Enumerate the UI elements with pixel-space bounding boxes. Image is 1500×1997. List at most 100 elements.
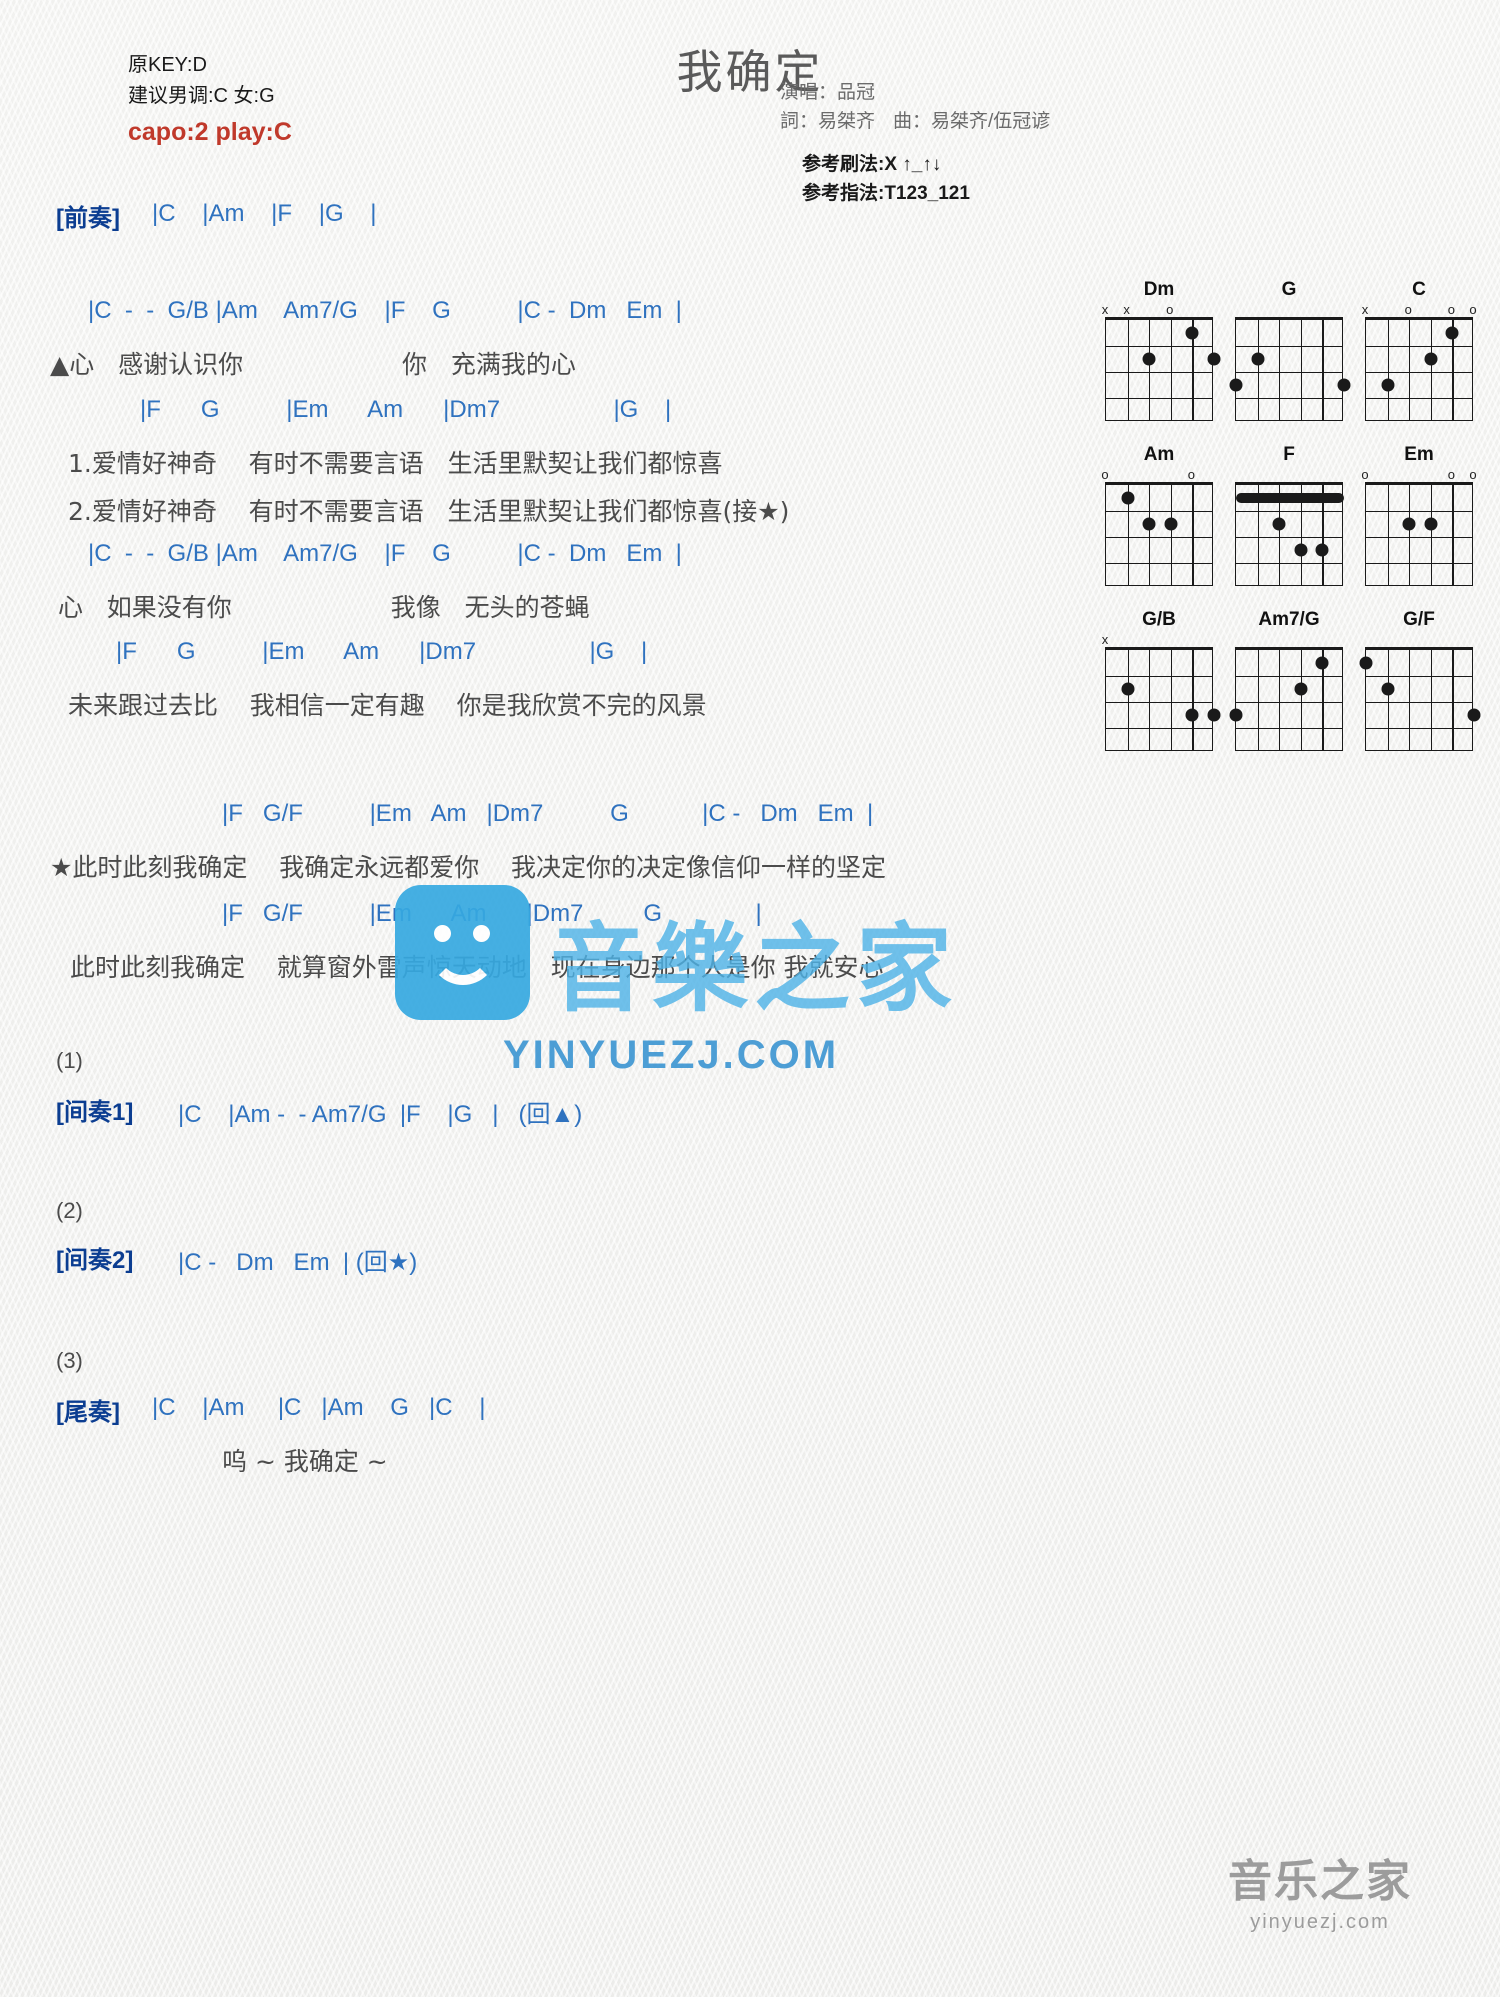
- finger-dot: [1424, 352, 1438, 366]
- finger-dot: [1185, 708, 1199, 722]
- finger-dot: [1121, 682, 1135, 696]
- open-string-icon: o: [1447, 302, 1456, 317]
- chord-diagram-grid: [1229, 317, 1351, 421]
- chord-diagram-open-marks: oo: [1101, 467, 1213, 482]
- chord-diagram-name: G: [1281, 279, 1297, 300]
- watermark-footer: 音乐之家 yinyuezj.com: [1190, 1845, 1450, 1934]
- chord-diagram-open-marks: ooo: [1361, 467, 1476, 482]
- watermark-footer-url: yinyuezj.com: [1250, 1911, 1390, 1933]
- section-outro-label: [尾奏]: [56, 1399, 120, 1426]
- chord-diagram-am7-g: Am7/G: [1229, 608, 1343, 751]
- singer-credit: 演唱：品冠: [780, 82, 876, 103]
- finger-dot: [1359, 656, 1373, 670]
- finger-dot: [1315, 543, 1329, 557]
- finger-dot: [1294, 543, 1308, 557]
- chord-diagram-grid: [1235, 482, 1344, 586]
- watermark-footer-cn: 音乐之家: [1228, 1856, 1412, 1907]
- chord-diagram-open-marks: [1365, 633, 1473, 647]
- fingerstyle-pattern: 参考指法:T123_121: [802, 183, 970, 204]
- chorus-chord-line-1: |F G/F |Em Am |Dm7 G |C - Dm Em |: [222, 800, 874, 827]
- muted-string-icon: x: [1101, 302, 1109, 317]
- finger-dot: [1424, 517, 1438, 531]
- finger-dot: [1142, 517, 1156, 531]
- open-string-icon: o: [1447, 467, 1456, 482]
- chord-diagram-grid: [1365, 317, 1473, 421]
- section-intro-label: [前奏]: [56, 205, 120, 232]
- finger-dot: [1445, 326, 1459, 340]
- chord-diagram-open-marks: [1235, 633, 1343, 647]
- chord-diagram-name: Dm: [1143, 279, 1175, 300]
- section-outro-chords: |C |Am |C |Am G |C |: [152, 1394, 486, 1421]
- chord-diagram-row: G/B x Am7/G G/F: [1101, 608, 1481, 751]
- chord-diagram-name: C: [1412, 279, 1426, 300]
- chord-diagram-row: Dm x x o G Cx o o o: [1101, 278, 1477, 421]
- chord-diagram-open-marks: [1235, 303, 1343, 317]
- open-string-icon: o: [1361, 467, 1369, 482]
- watermark-url-text: YINYUEZJ.COM: [503, 1033, 840, 1077]
- section-interlude2-chords: |C - Dm Em | (回★): [178, 1249, 418, 1276]
- chord-diagram-grid: [1105, 482, 1213, 586]
- chord-diagram-g-b: G/B x: [1101, 608, 1221, 751]
- chord-diagram-c: Cxooo: [1362, 278, 1477, 421]
- verse-lyric-line-4: 未来跟过去比 我相信一定有趣 你是我欣赏不完的风景: [68, 691, 707, 720]
- finger-dot: [1402, 517, 1416, 531]
- composer-credit: 曲：易桀齐/伍冠谚: [893, 111, 1051, 132]
- finger-dot: [1121, 491, 1135, 505]
- verse-lyric-line-2b: 2.爱情好神奇 有时不需要言语 生活里默契让我们都惊喜(接★): [68, 497, 790, 526]
- finger-dot: [1142, 352, 1156, 366]
- chord-diagram-g: G: [1229, 278, 1351, 421]
- marker-number-1: (1): [56, 1048, 83, 1073]
- finger-dot: [1272, 517, 1286, 531]
- finger-dot: [1207, 352, 1221, 366]
- capo-info: capo:2 play:C: [128, 118, 292, 146]
- chord-diagram-panel: Dm x x o G Cx o o o Am o o F Em o o o G/B x Am7/G G/F: [1101, 278, 1481, 773]
- section-interlude1-chords: |C |Am - - Am7/G |F |G | (回▲): [178, 1101, 583, 1128]
- finger-dot: [1229, 378, 1243, 392]
- muted-string-icon: x: [1101, 632, 1109, 647]
- play-reference-block: 参考刷法:X ↑_↑↓ 参考指法:T123_121: [802, 150, 1102, 208]
- open-string-icon: o: [1404, 302, 1412, 317]
- chord-diagram-grid: [1105, 317, 1221, 421]
- verse-lyric-line-2a: 1.爱情好神奇 有时不需要言语 生活里默契让我们都惊喜: [68, 449, 723, 478]
- chorus-lyric-line-1: ★此时此刻我确定 我确定永远都爱你 我决定你的决定像信仰一样的坚定: [50, 853, 886, 882]
- chord-diagram-name: Am7/G: [1258, 609, 1320, 630]
- barre-bar: [1236, 493, 1344, 503]
- chord-diagram-name: Em: [1404, 444, 1434, 465]
- open-string-icon: o: [1469, 302, 1477, 317]
- marker-number-3: (3): [56, 1348, 83, 1373]
- page-title: 我确定: [676, 45, 824, 99]
- chord-diagram-grid: [1365, 482, 1473, 586]
- verse-chord-line-2: |F G |Em Am |Dm7 |G |: [140, 396, 672, 423]
- open-string-icon: o: [1187, 467, 1196, 482]
- verse-lyric-line-1: ▲心 感谢认识你 你 充满我的心: [50, 350, 576, 379]
- chorus-lyric-line-2: 此时此刻我确定 就算窗外雷声惊天动地 现在身边那个人是你 我就安心: [62, 953, 884, 982]
- chord-diagram-open-marks: xx o: [1101, 302, 1213, 317]
- chord-diagram-name: Am: [1143, 444, 1175, 465]
- finger-dot: [1381, 378, 1395, 392]
- chord-diagram-name: F: [1283, 444, 1295, 465]
- finger-dot: [1164, 517, 1178, 531]
- finger-dot: [1467, 708, 1481, 722]
- section-outro-lyric: 呜 ~ 我确定 ~: [222, 1447, 388, 1476]
- chord-diagram-name: G/B: [1142, 609, 1176, 630]
- chord-diagram-grid: [1229, 647, 1343, 751]
- verse-lyric-line-3: 心 如果没有你 我像 无头的苍蝇: [50, 593, 590, 622]
- section-interlude1-label: [间奏1]: [56, 1099, 134, 1126]
- strum-pattern: 参考刷法:X ↑_↑↓: [802, 154, 942, 175]
- chord-diagram-em: Em o o o: [1361, 443, 1477, 586]
- finger-dot: [1229, 708, 1243, 722]
- writer-credit: 詞：易桀齐 曲：易桀齐/伍冠谚: [780, 107, 1110, 136]
- verse-chord-line-4: |F G |Em Am |Dm7 |G |: [116, 638, 648, 665]
- verse-chord-line-3: |C - - G/B |Am Am7/G |F G |C - Dm Em |: [88, 540, 682, 567]
- finger-dot: [1337, 378, 1351, 392]
- open-string-icon: o: [1101, 467, 1109, 482]
- chorus-chord-line-2: |F G/F |Em Am |Dm7 G |: [222, 900, 762, 927]
- verse-chord-line-1: |C - - G/B |Am Am7/G |F G |C - Dm Em |: [88, 297, 682, 324]
- chord-diagram-grid: [1359, 647, 1481, 751]
- finger-dot: [1251, 352, 1265, 366]
- chord-diagram-grid: [1105, 647, 1221, 751]
- chord-diagram-name: G/F: [1403, 609, 1435, 630]
- chord-diagram-dm: Dm x x o: [1101, 278, 1221, 421]
- finger-dot: [1207, 708, 1221, 722]
- muted-string-icon: x: [1123, 302, 1130, 317]
